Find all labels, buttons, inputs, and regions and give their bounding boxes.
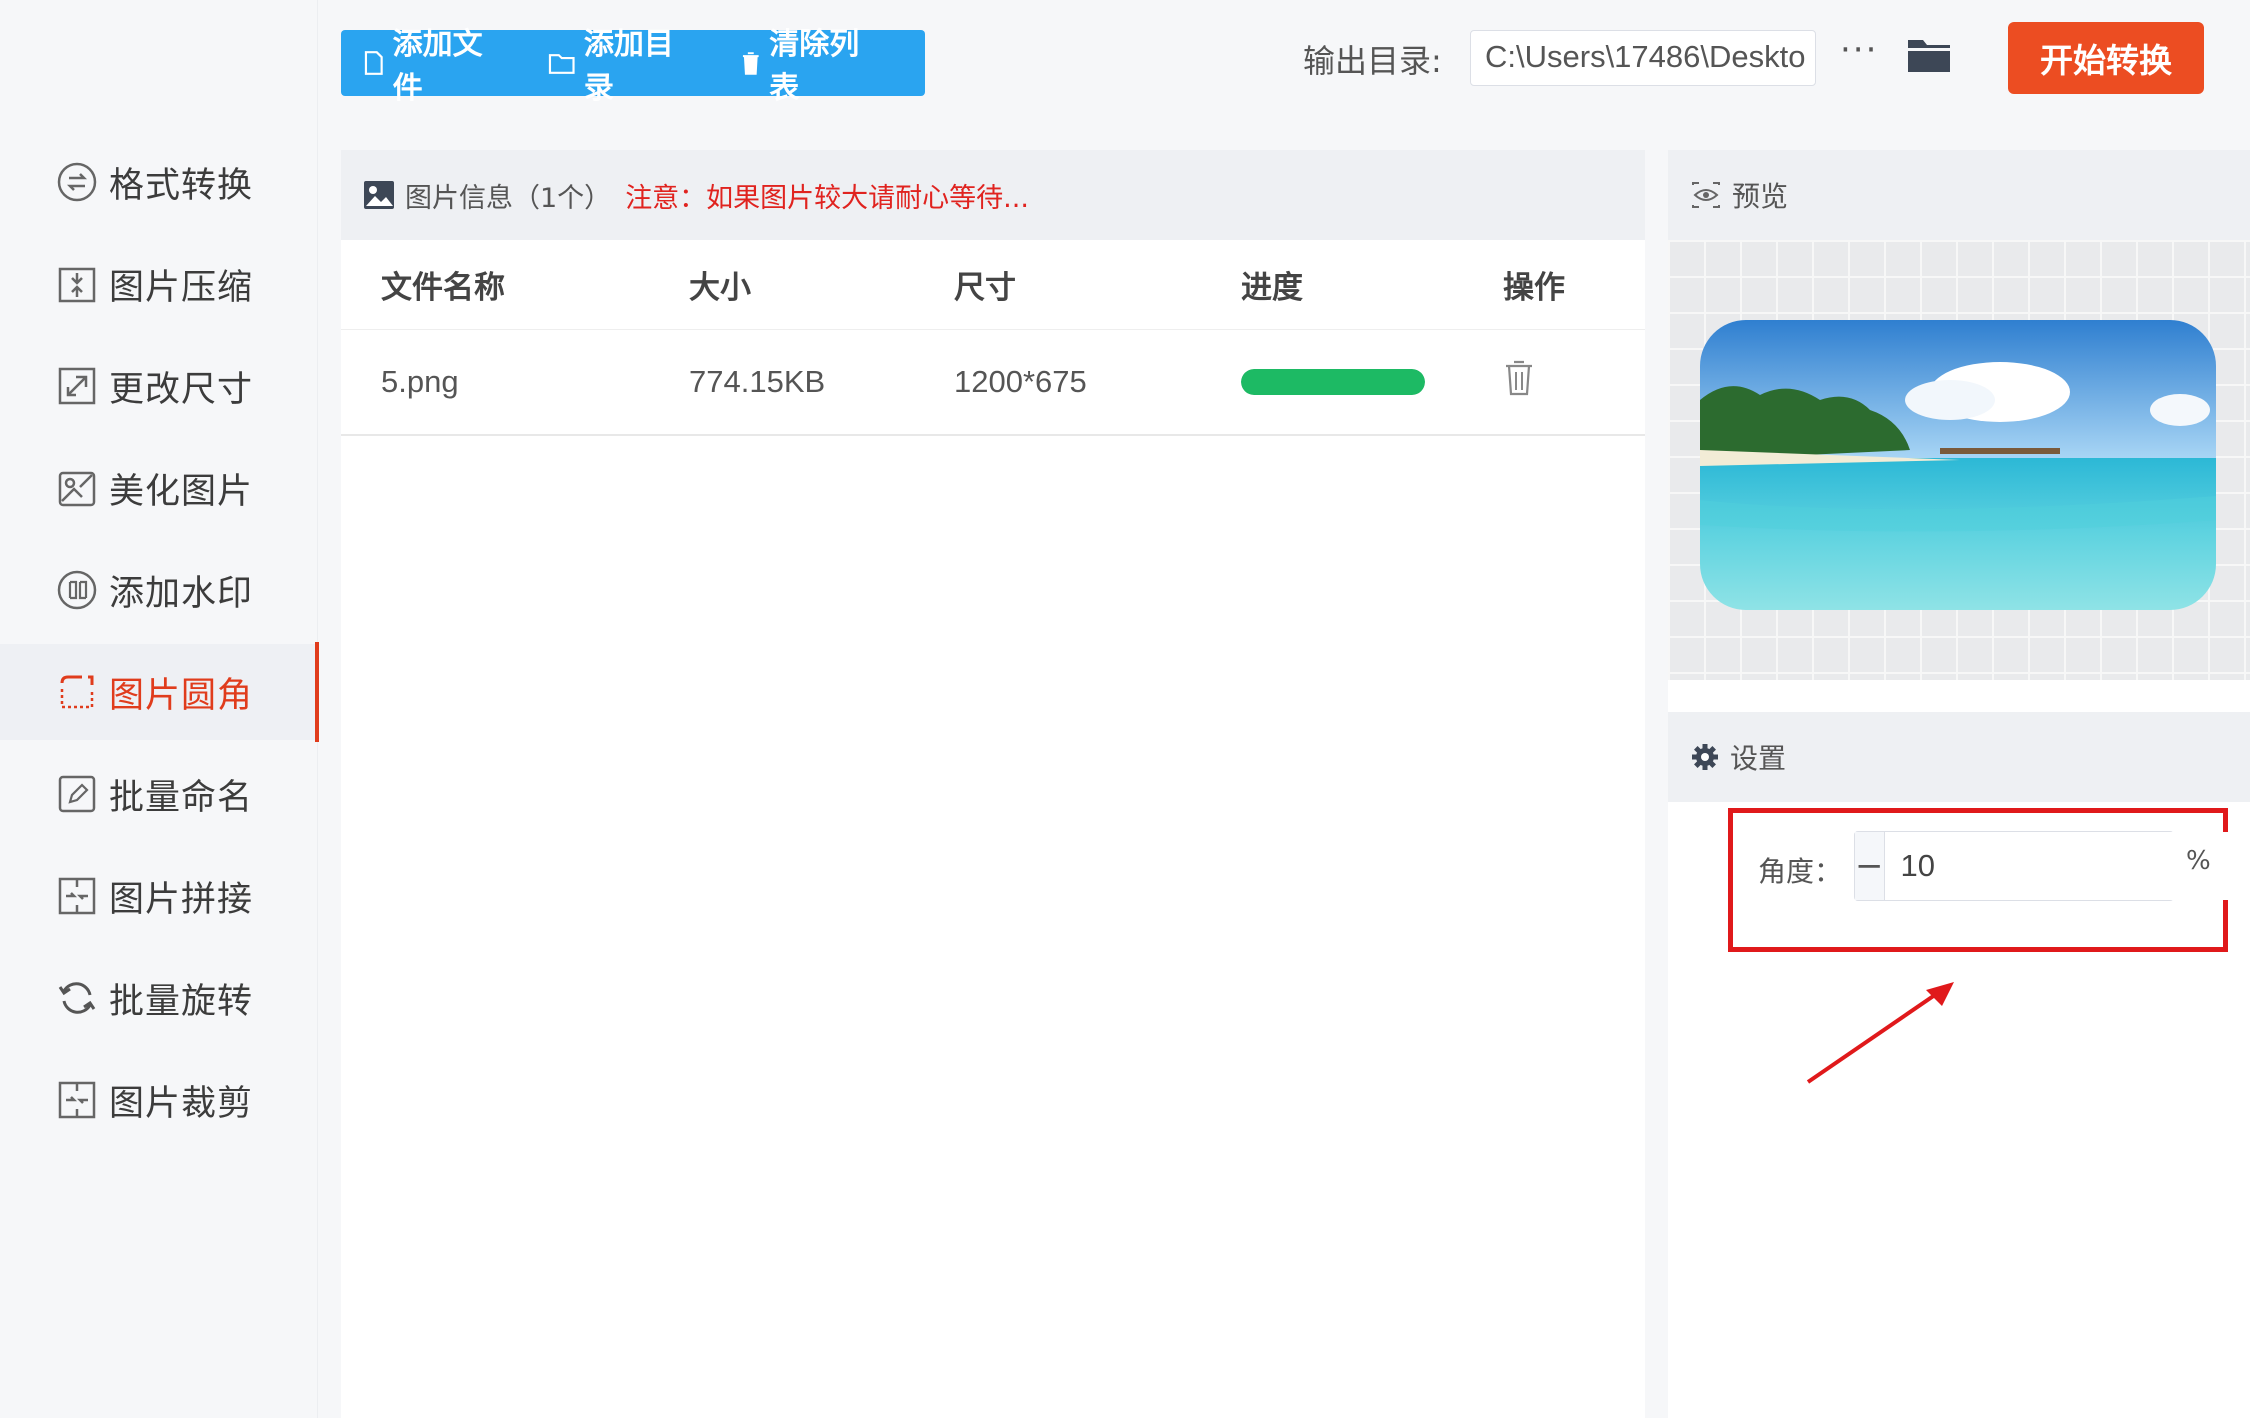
right-panel: 预览 设置 角度： − 10 % <box>1668 150 2250 1418</box>
image-info-title: 图片信息（1个） <box>405 182 612 214</box>
watermark-icon <box>55 568 99 612</box>
col-dimensions: 尺寸 <box>954 270 1016 306</box>
sidebar-item-label: 格式转换 <box>109 165 254 206</box>
sidebar-item-label: 批量命名 <box>109 777 254 818</box>
sidebar-item-rotate[interactable]: 批量旋转 <box>0 950 316 1046</box>
angle-label: 角度： <box>1758 855 1843 888</box>
add-file-button[interactable]: 添加文件 <box>363 19 510 107</box>
angle-stepper: − + <box>1854 831 2250 901</box>
file-button-group: 添加文件 添加目录 清除列表 <box>341 27 925 106</box>
delete-icon[interactable] <box>1503 358 1535 406</box>
annotation-arrow <box>1806 982 1954 1084</box>
sidebar-item-beautify[interactable]: 美化图片 <box>0 440 316 536</box>
sidebar-item-label: 图片裁剪 <box>109 1083 254 1124</box>
sidebar-item-resize[interactable]: 更改尺寸 <box>0 338 316 434</box>
output-dir-field[interactable]: C:\Users\17486\Deskto <box>1470 30 1816 86</box>
open-folder-icon[interactable] <box>1906 34 1952 78</box>
rounded-corner-icon <box>55 670 99 714</box>
compress-icon <box>55 262 99 306</box>
rotate-icon <box>55 976 99 1020</box>
resize-icon <box>55 364 99 408</box>
sidebar-item-watermark[interactable]: 添加水印 <box>0 542 316 638</box>
sidebar-item-rename[interactable]: 批量命名 <box>0 746 316 842</box>
sidebar-item-label: 美化图片 <box>109 471 254 512</box>
stitch-icon <box>55 874 99 918</box>
sidebar-item-rounded-corner[interactable]: 图片圆角 <box>0 642 319 742</box>
sidebar-item-format-convert[interactable]: 格式转换 <box>0 134 316 230</box>
file-icon <box>364 51 383 75</box>
progress-fill <box>1241 369 1425 395</box>
sidebar-item-label: 图片压缩 <box>109 267 254 308</box>
folder-outline-icon <box>549 54 575 74</box>
clear-list-label: 清除列表 <box>769 27 860 106</box>
col-filename: 文件名称 <box>381 270 505 306</box>
format-convert-icon <box>55 160 99 204</box>
settings-header: 设置 <box>1668 712 2250 802</box>
eye-icon <box>1692 182 1720 208</box>
progress-bar <box>1241 369 1425 395</box>
add-dir-label: 添加目录 <box>583 27 674 106</box>
preview-canvas <box>1668 240 2250 680</box>
image-info-bar: 图片信息（1个） 注意：如果图片较大请耐心等待... <box>341 150 1645 240</box>
crop-icon <box>55 1078 99 1122</box>
decrement-button[interactable]: − <box>1855 832 1885 900</box>
add-file-label: 添加文件 <box>392 27 483 106</box>
file-list-panel: 图片信息（1个） 注意：如果图片较大请耐心等待... 文件名称 大小 尺寸 进度… <box>341 150 1645 1418</box>
image-icon <box>364 181 394 209</box>
col-size: 大小 <box>689 270 751 306</box>
sidebar-item-compress[interactable]: 图片压缩 <box>0 236 316 332</box>
output-dir-label: 输出目录: <box>1303 42 1442 80</box>
table-header: 文件名称 大小 尺寸 进度 操作 <box>341 240 1645 330</box>
sidebar: 格式转换 图片压缩 更改尺寸 美化图片 添加水印 图片圆角 批量命名 图片拼接 … <box>0 0 319 1418</box>
sidebar-item-stitch[interactable]: 图片拼接 <box>0 848 316 944</box>
table-row[interactable]: 5.png 774.15KB 1200*675 <box>341 330 1645 436</box>
sidebar-item-label: 添加水印 <box>109 573 254 614</box>
top-toolbar: 添加文件 添加目录 清除列表 输出目录: C:\Users\17486\Desk… <box>318 0 2250 122</box>
sidebar-item-label: 更改尺寸 <box>109 369 254 410</box>
trash-icon <box>742 52 759 75</box>
preview-header: 预览 <box>1668 150 2250 240</box>
clear-list-button[interactable]: 清除列表 <box>740 19 887 107</box>
sidebar-item-crop[interactable]: 图片裁剪 <box>0 1052 316 1148</box>
start-convert-button[interactable]: 开始转换 <box>2008 22 2204 94</box>
rename-icon <box>55 772 99 816</box>
settings-title: 设置 <box>1730 742 1787 775</box>
browse-more-button[interactable]: ··· <box>1840 30 1878 70</box>
preview-title: 预览 <box>1732 180 1789 213</box>
col-progress: 进度 <box>1241 270 1303 306</box>
file-dimensions: 1200*675 <box>954 364 1087 399</box>
col-actions: 操作 <box>1503 270 1565 306</box>
add-dir-button[interactable]: 添加目录 <box>548 19 701 107</box>
large-image-notice: 注意：如果图片较大请耐心等待... <box>625 182 1029 214</box>
sidebar-item-label: 批量旋转 <box>109 981 254 1022</box>
file-size: 774.15KB <box>689 364 826 399</box>
percent-unit: % <box>2186 846 2211 876</box>
file-name: 5.png <box>381 364 459 399</box>
beautify-icon <box>55 466 99 510</box>
sidebar-item-label: 图片圆角 <box>109 675 254 716</box>
gear-icon <box>1692 744 1718 770</box>
sidebar-item-label: 图片拼接 <box>109 879 254 920</box>
preview-image <box>1700 320 2216 610</box>
